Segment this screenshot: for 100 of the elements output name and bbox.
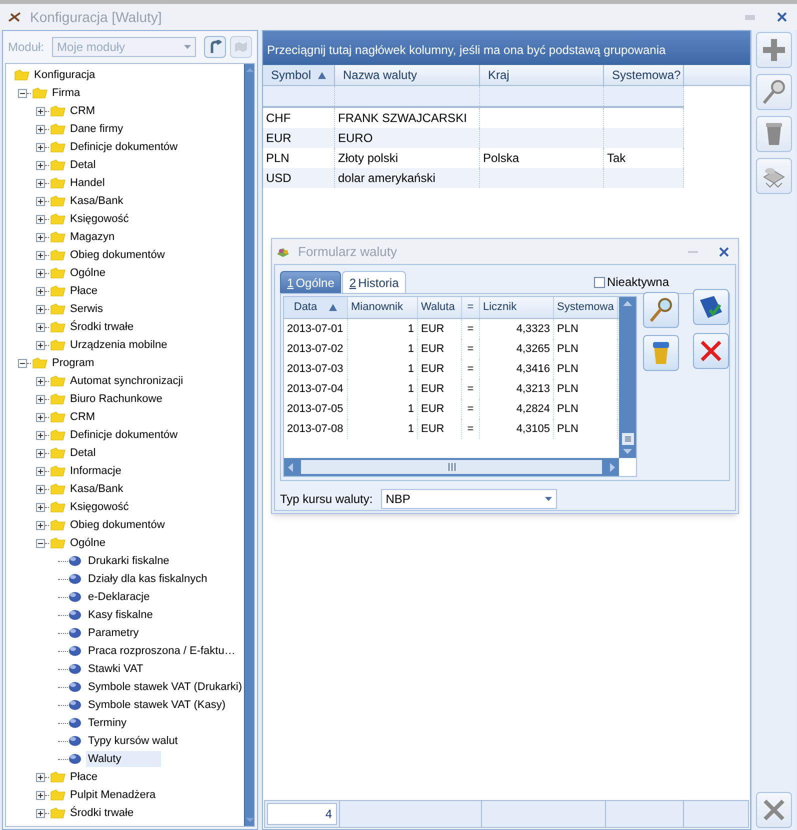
tree-item[interactable]: Waluty bbox=[86, 750, 162, 768]
close-button[interactable] bbox=[756, 792, 792, 828]
close-button[interactable] bbox=[718, 246, 730, 258]
tab[interactable]: 2 Historia bbox=[342, 271, 406, 293]
tree-item[interactable]: Kasa/Bank bbox=[68, 480, 126, 498]
expander[interactable] bbox=[36, 394, 45, 404]
expander[interactable] bbox=[36, 322, 45, 332]
tree-item[interactable]: Stawki VAT bbox=[86, 660, 146, 678]
print-button[interactable] bbox=[756, 158, 792, 194]
expander[interactable] bbox=[36, 106, 45, 116]
scrollbar[interactable] bbox=[244, 64, 254, 826]
tree-item[interactable]: Detal bbox=[68, 444, 98, 462]
expander[interactable] bbox=[36, 142, 45, 152]
tree-item[interactable]: Obieg dokumentów bbox=[68, 516, 167, 534]
tree-item[interactable]: Ogólne bbox=[68, 534, 108, 552]
expander[interactable] bbox=[36, 538, 45, 548]
tree-item[interactable]: Kasy fiskalne bbox=[86, 606, 155, 624]
expander[interactable] bbox=[36, 772, 45, 782]
tree-item[interactable]: CRM bbox=[68, 408, 98, 426]
expander[interactable] bbox=[36, 268, 45, 278]
expander[interactable] bbox=[36, 502, 45, 512]
tree-item[interactable]: Program bbox=[50, 354, 96, 372]
expander[interactable] bbox=[18, 358, 27, 368]
save-button[interactable] bbox=[693, 289, 729, 325]
column-header[interactable]: Symbol bbox=[263, 65, 335, 85]
tree-item[interactable]: Biuro Rachunkowe bbox=[68, 390, 164, 408]
tree-item[interactable]: Drukarki fiskalne bbox=[86, 552, 172, 570]
column-header[interactable]: Data bbox=[284, 297, 348, 318]
column-header[interactable]: Nazwa waluty bbox=[335, 65, 480, 85]
tree-item[interactable]: Obieg dokumentów bbox=[68, 246, 167, 264]
expander[interactable] bbox=[36, 448, 45, 458]
tree-item[interactable]: Automat synchronizacji bbox=[68, 372, 186, 390]
delete-button[interactable] bbox=[643, 335, 679, 371]
expander[interactable] bbox=[18, 88, 27, 98]
tree-item[interactable]: Detal bbox=[68, 156, 98, 174]
add-button[interactable] bbox=[756, 32, 792, 68]
tree-item[interactable]: Informacje bbox=[68, 462, 124, 480]
tree-item[interactable]: Terminy bbox=[86, 714, 129, 732]
expander[interactable] bbox=[36, 430, 45, 440]
scrollbar[interactable] bbox=[284, 458, 619, 476]
expander[interactable] bbox=[36, 286, 45, 296]
tree-item[interactable]: Dane firmy bbox=[68, 120, 126, 138]
column-header[interactable]: = bbox=[462, 297, 480, 318]
tree-item[interactable]: Definicje dokumentów bbox=[68, 426, 180, 444]
expander[interactable] bbox=[36, 808, 45, 818]
tree-item[interactable]: Środki trwałe bbox=[68, 318, 136, 336]
expander[interactable] bbox=[36, 196, 45, 206]
tree-item[interactable]: Symbole stawek VAT (Drukarki) bbox=[86, 678, 244, 696]
tab[interactable]: 1 Ogólne bbox=[280, 271, 342, 293]
column-header[interactable]: Systemowa? bbox=[604, 65, 684, 85]
column-header[interactable]: Licznik bbox=[480, 297, 554, 318]
back-button[interactable] bbox=[204, 36, 226, 58]
tree-item[interactable]: Płace bbox=[68, 768, 100, 786]
tree-item[interactable]: Kasa/Bank bbox=[68, 192, 126, 210]
expander[interactable] bbox=[36, 412, 45, 422]
tree-item[interactable]: Definicje dokumentów bbox=[68, 138, 180, 156]
expander[interactable] bbox=[36, 466, 45, 476]
tree-item[interactable]: CRM bbox=[68, 102, 98, 120]
search-button[interactable] bbox=[756, 74, 792, 110]
cancel-button[interactable] bbox=[693, 333, 729, 369]
close-button[interactable] bbox=[775, 10, 789, 24]
expander[interactable] bbox=[36, 520, 45, 530]
tree-item[interactable]: e-Deklaracje bbox=[86, 588, 152, 606]
tree-item[interactable]: Pulpit Menadżera bbox=[68, 786, 158, 804]
tree-item[interactable]: Ogólne bbox=[68, 264, 108, 282]
rate-type-select[interactable]: NBP bbox=[380, 489, 557, 509]
tree-item[interactable]: Serwis bbox=[68, 300, 106, 318]
expander[interactable] bbox=[36, 304, 45, 314]
expander[interactable] bbox=[36, 250, 45, 260]
tree-item[interactable]: Praca rozproszona / E-faktu… bbox=[86, 642, 238, 660]
tree-item[interactable]: Magazyn bbox=[68, 228, 117, 246]
tree-item[interactable]: Płace bbox=[68, 282, 100, 300]
expander[interactable] bbox=[36, 376, 45, 386]
tree-item[interactable]: Konfiguracja bbox=[32, 66, 98, 84]
tree-item[interactable]: Środki trwałe bbox=[68, 804, 136, 822]
tree-item[interactable]: Księgowość bbox=[68, 498, 131, 516]
expander[interactable] bbox=[36, 484, 45, 494]
expander[interactable] bbox=[36, 214, 45, 224]
expander[interactable] bbox=[36, 160, 45, 170]
tree-item[interactable]: Symbole stawek VAT (Kasy) bbox=[86, 696, 228, 714]
checkbox[interactable] bbox=[594, 276, 605, 288]
column-header[interactable]: Waluta bbox=[418, 297, 462, 318]
scrollbar[interactable] bbox=[619, 297, 636, 458]
tree-item[interactable]: Typy kursów walut bbox=[86, 732, 180, 750]
column-header[interactable]: Systemowa bbox=[554, 297, 618, 318]
expander[interactable] bbox=[36, 232, 45, 242]
expander[interactable] bbox=[36, 340, 45, 350]
tree-item[interactable]: Księgowość bbox=[68, 210, 131, 228]
tree-item[interactable]: Działy dla kas fiskalnych bbox=[86, 570, 210, 588]
column-header[interactable]: Mianownik bbox=[348, 297, 418, 318]
expander[interactable] bbox=[36, 790, 45, 800]
tree-item[interactable]: Parametry bbox=[86, 624, 141, 642]
delete-button[interactable] bbox=[756, 116, 792, 152]
tree-item[interactable]: Urządzenia mobilne bbox=[68, 336, 170, 354]
expander[interactable] bbox=[36, 124, 45, 134]
expander[interactable] bbox=[36, 178, 45, 188]
tree-item[interactable]: Handel bbox=[68, 174, 107, 192]
search-button[interactable] bbox=[643, 292, 679, 328]
tree-item[interactable]: Firma bbox=[50, 84, 82, 102]
column-header[interactable]: Kraj bbox=[480, 65, 604, 85]
